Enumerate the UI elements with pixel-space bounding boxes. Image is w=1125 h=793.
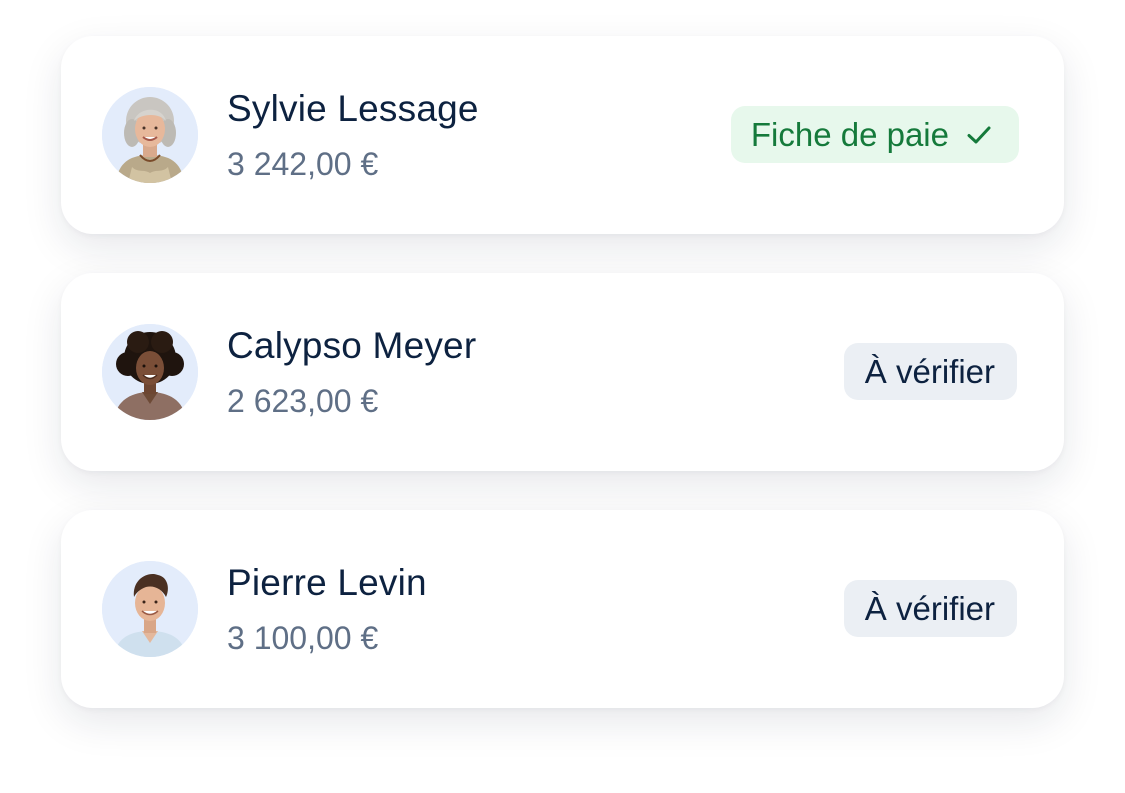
avatar — [102, 87, 198, 183]
employee-name: Pierre Levin — [227, 562, 427, 603]
avatar — [102, 324, 198, 420]
salary-amount: 2 623,00 € — [227, 383, 379, 419]
salary-amount: 3 100,00 € — [227, 620, 379, 656]
status-badge[interactable]: À vérifier — [843, 343, 1017, 400]
avatar-photo — [102, 561, 198, 657]
employee-name: Sylvie Lessage — [227, 88, 479, 129]
employee-name: Calypso Meyer — [227, 325, 477, 366]
avatar — [102, 561, 198, 657]
salary-amount: 3 242,00 € — [227, 146, 379, 182]
check-icon — [963, 119, 995, 151]
avatar-photo — [102, 324, 198, 420]
status-label: Fiche de paie — [750, 115, 949, 153]
status-badge[interactable]: À vérifier — [843, 580, 1017, 637]
status-badge[interactable]: Fiche de paie — [730, 106, 1019, 163]
avatar-photo — [102, 87, 198, 183]
employee-card[interactable]: Pierre Levin 3 100,00 € À vérifier — [61, 510, 1064, 708]
employee-payslip-list: Sylvie Lessage 3 242,00 € Fiche de paie — [0, 0, 1125, 793]
employee-card[interactable]: Calypso Meyer 2 623,00 € À vérifier — [61, 273, 1064, 471]
status-label: À vérifier — [864, 352, 995, 390]
employee-card[interactable]: Sylvie Lessage 3 242,00 € Fiche de paie — [61, 36, 1064, 234]
status-label: À vérifier — [864, 589, 995, 627]
